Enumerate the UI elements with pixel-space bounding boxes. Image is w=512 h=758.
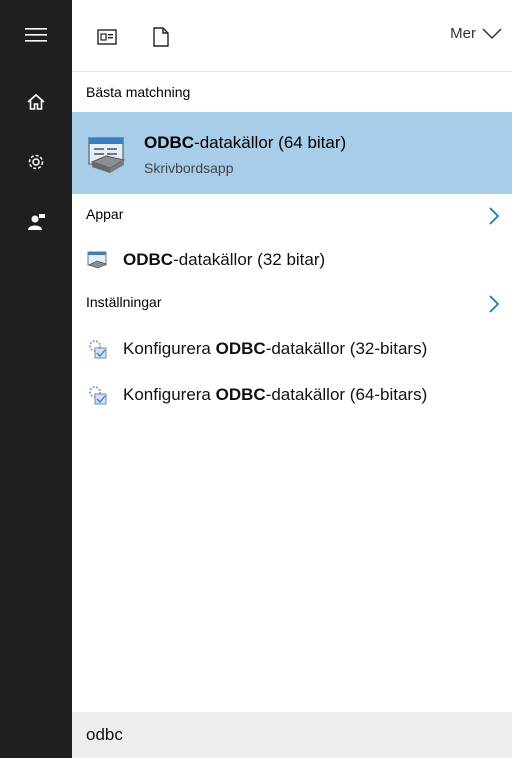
best-match-heading: Bästa matchning [86,84,191,100]
settings-heading: Inställningar [86,294,162,310]
best-match-title: ODBC-datakällor (64 bitar) [144,133,346,153]
settings-admin-icon [89,386,107,405]
odbc-app-icon [87,251,108,269]
start-rail [0,0,72,758]
chevron-down-icon [482,27,502,39]
more-label: Mer [450,25,476,42]
document-list-icon [97,29,117,45]
best-match-title-bold: ODBC [144,133,195,152]
home-button[interactable] [0,78,72,126]
app-result-odbc-32[interactable]: ODBC-datakällor (32 bitar) [72,240,512,280]
settings-result-odbc-64[interactable]: Konfigurera ODBC-datakällor (64-bitars) [72,375,512,415]
apps-heading: Appar [86,206,124,222]
settings-result-bold: ODBC [215,385,266,404]
app-result-rest: -datakällor (32 bitar) [173,250,326,269]
odbc-app-icon [88,137,126,173]
blank-document-icon [153,27,169,47]
feedback-button[interactable] [0,198,72,246]
settings-result-rest: -datakällor (64-bitars) [265,385,428,404]
search-box [72,712,512,758]
search-input[interactable] [86,721,486,749]
apps-expand-chevron-icon[interactable] [486,206,502,226]
app-result-label: ODBC-datakällor (32 bitar) [123,250,325,270]
settings-result-rest: -datakällor (32-bitars) [265,339,428,358]
best-match-result[interactable]: ODBC-datakällor (64 bitar) Skrivbordsapp [72,112,512,194]
settings-result-label: Konfigurera ODBC-datakällor (64-bitars) [123,385,427,405]
hamburger-menu-button[interactable] [0,11,72,59]
best-match-title-rest: -datakällor (64 bitar) [194,133,347,152]
settings-admin-icon [89,340,107,359]
home-icon [27,93,45,110]
settings-result-odbc-32[interactable]: Konfigurera ODBC-datakällor (32-bitars) [72,329,512,369]
settings-button[interactable] [0,138,72,186]
settings-result-bold: ODBC [215,339,266,358]
settings-result-pre: Konfigurera [123,339,216,358]
hamburger-icon [25,28,47,42]
app-result-bold: ODBC [123,250,174,269]
settings-result-pre: Konfigurera [123,385,216,404]
filter-bar: Mer [72,0,512,72]
user-feedback-icon [28,214,45,230]
settings-expand-chevron-icon[interactable] [486,294,502,314]
files-filter-button[interactable] [148,24,174,50]
documents-filter-button[interactable] [94,24,120,50]
settings-result-label: Konfigurera ODBC-datakällor (32-bitars) [123,339,427,359]
settings-gear-icon [28,154,44,170]
more-filters-button[interactable]: Mer [450,25,502,42]
best-match-subtitle: Skrivbordsapp [144,160,234,176]
